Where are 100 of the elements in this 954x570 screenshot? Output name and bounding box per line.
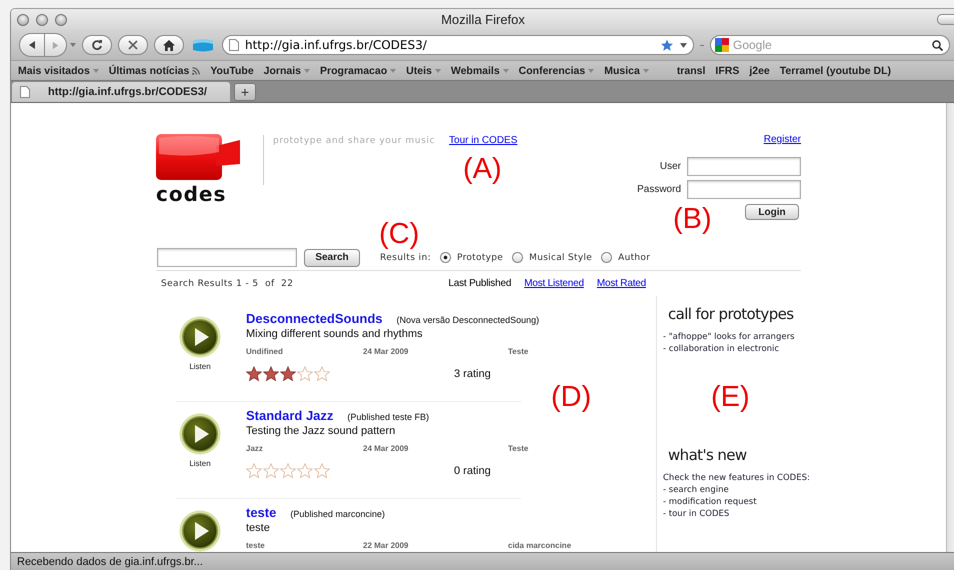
listen-label: Listen — [189, 459, 211, 468]
radio-button[interactable] — [440, 252, 451, 263]
sidebar-text: - modification request — [663, 496, 757, 508]
star-icon[interactable] — [297, 366, 313, 382]
bookmark-item[interactable]: Programacao — [320, 64, 396, 76]
star-icon[interactable] — [263, 366, 279, 382]
prototype-note: (Nova versão DesconnectedSoung) — [396, 315, 540, 325]
new-tab-button[interactable]: + — [234, 83, 256, 101]
register-link[interactable]: Register — [764, 134, 801, 145]
radio-label[interactable]: Author — [618, 252, 650, 262]
radio-button[interactable] — [601, 252, 612, 263]
login-button[interactable]: Login — [745, 204, 799, 220]
caret-icon — [92, 68, 99, 72]
feed-icon — [192, 66, 200, 74]
search-field[interactable] — [157, 248, 297, 267]
radio-button[interactable] — [512, 252, 524, 263]
annotation-label: (E) — [711, 382, 750, 412]
author-name: cida marconcine — [508, 541, 572, 550]
publish-date: 24 Mar 2009 — [363, 347, 410, 356]
star-icon[interactable] — [246, 366, 262, 382]
sort-link[interactable]: Most Listened — [524, 278, 584, 289]
password-field[interactable] — [687, 180, 801, 199]
prototype-title-link[interactable]: DesconnectedSounds — [246, 311, 383, 326]
home-button[interactable] — [154, 35, 184, 55]
prototype-title-link[interactable]: Standard Jazz — [246, 408, 334, 423]
bookmark-item[interactable]: IFRS — [715, 64, 740, 76]
prototype-title-link[interactable]: teste — [246, 505, 276, 520]
search-icon[interactable] — [932, 40, 943, 50]
minimize-button[interactable] — [36, 14, 48, 26]
annotation-label: (D) — [551, 382, 592, 412]
publish-date: 24 Mar 2009 — [363, 444, 410, 453]
star-icon[interactable] — [314, 366, 330, 382]
extension-icon[interactable] — [192, 37, 214, 53]
results-summary: Search Results 1 - 5 of 22 — [161, 278, 294, 288]
bookmark-item[interactable]: Uteis — [406, 64, 441, 76]
bookmark-item[interactable]: Últimas notícias — [108, 64, 200, 76]
bookmark-item[interactable]: Webmails — [450, 64, 509, 76]
bookmark-item[interactable]: transl — [676, 64, 706, 76]
caret-icon — [390, 68, 396, 72]
sidebar-text: - tour in CODES — [663, 508, 730, 520]
listen-label: Listen — [189, 362, 211, 371]
prototype-note: (Published teste FB) — [347, 412, 429, 422]
bookmark-item[interactable]: Musica — [604, 64, 649, 76]
star-icon[interactable] — [263, 463, 279, 479]
star-icon[interactable] — [280, 366, 296, 382]
history-caret-icon[interactable] — [70, 43, 76, 47]
user-field[interactable] — [687, 157, 801, 176]
search-engine-icon[interactable] — [715, 38, 729, 52]
caret-icon[interactable] — [680, 42, 687, 48]
publish-date: 22 Mar 2009 — [363, 541, 410, 550]
sort-link[interactable]: Last Published — [448, 278, 512, 289]
caret-icon — [642, 68, 649, 72]
zoom-button[interactable] — [55, 14, 67, 26]
close-button[interactable] — [17, 14, 29, 26]
bookmark-item[interactable]: Terramel (youtube DL) — [780, 64, 891, 76]
reload-button[interactable] — [82, 35, 112, 55]
password-label: Password — [637, 184, 681, 195]
page-icon — [229, 39, 239, 51]
prototype-description: Mixing different sounds and rhythms — [246, 328, 424, 340]
window-title: Mozilla Firefox — [440, 12, 526, 27]
star-icon[interactable] — [297, 463, 313, 479]
radio-label[interactable]: Musical Style — [529, 252, 592, 262]
star-rating[interactable] — [246, 366, 330, 382]
address-field[interactable]: http://gia.inf.ufrgs.br/CODES3/ — [222, 35, 694, 55]
musical-style: Undifined — [246, 347, 284, 356]
caret-icon — [588, 68, 594, 72]
star-icon[interactable] — [280, 463, 296, 479]
prototype-description: Testing the Jazz sound pattern — [246, 425, 396, 437]
sort-link[interactable]: Most Rated — [596, 278, 646, 289]
bookmark-item[interactable]: j2ee — [749, 64, 770, 76]
prototype-description: teste — [246, 522, 271, 534]
play-button[interactable] — [179, 316, 221, 358]
bookmark-item[interactable]: Mais visitados — [18, 64, 99, 76]
results-in-label: Results in: — [380, 252, 431, 262]
star-rating[interactable] — [246, 463, 330, 479]
annotation-label: (A) — [463, 154, 502, 184]
star-icon[interactable] — [246, 463, 262, 479]
radio-label[interactable]: Prototype — [457, 252, 504, 262]
sidebar-text: Check the new features in CODES: — [663, 472, 810, 484]
search-field[interactable]: Google — [710, 35, 950, 55]
bookmark-item[interactable]: Jornais — [264, 64, 310, 76]
star-icon[interactable] — [314, 463, 330, 479]
page-icon — [20, 86, 30, 98]
tour-link[interactable]: Tour in CODES — [449, 135, 518, 146]
author-name: Teste — [508, 444, 530, 453]
rating-count: 0 rating — [454, 465, 491, 477]
toolbar-toggle-button[interactable] — [937, 14, 954, 25]
bookmark-item[interactable]: YouTube — [210, 64, 254, 76]
back-button[interactable] — [19, 33, 45, 57]
play-button[interactable] — [179, 510, 221, 552]
bookmark-item[interactable]: Conferencias — [518, 64, 594, 76]
stop-button[interactable] — [118, 35, 148, 55]
search-button[interactable]: Search — [304, 248, 360, 266]
sidebar-text: - collaboration in electronic — [663, 343, 780, 355]
musical-style: teste — [246, 541, 266, 550]
caret-icon — [434, 68, 441, 72]
star-icon[interactable] — [660, 38, 674, 52]
logo-text: codes — [156, 184, 226, 204]
browser-tab[interactable]: http://gia.inf.ufrgs.br/CODES3/ — [12, 82, 230, 102]
play-button[interactable] — [179, 413, 221, 455]
